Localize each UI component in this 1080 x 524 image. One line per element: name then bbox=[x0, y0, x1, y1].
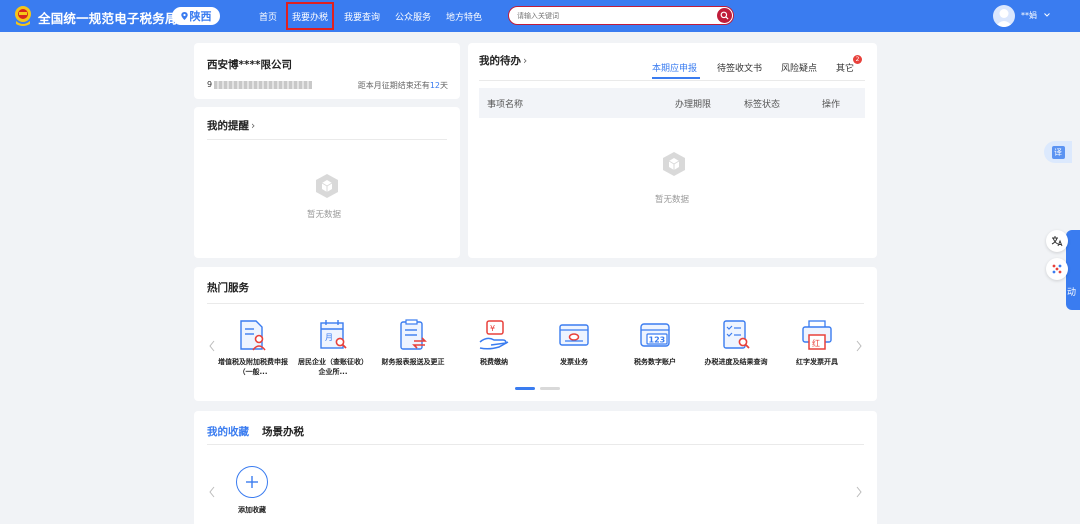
chevron-right-icon[interactable] bbox=[854, 485, 864, 499]
apps-dots-icon bbox=[1052, 264, 1062, 274]
service-label: 居民企业（查账征收）企业所... bbox=[298, 358, 368, 376]
tab-my-favorites[interactable]: 我的收藏 bbox=[207, 424, 249, 439]
column-header: 操作 bbox=[822, 100, 841, 110]
column-header: 事项名称 bbox=[487, 100, 524, 110]
tab-other[interactable]: 其它 bbox=[836, 61, 854, 74]
service-label: 红字发票开具 bbox=[796, 358, 838, 366]
company-name: 西安博****限公司 bbox=[207, 59, 292, 71]
apps-button[interactable] bbox=[1046, 258, 1068, 280]
chevron-right-icon[interactable] bbox=[854, 339, 864, 353]
service-label: 税费缴纳 bbox=[480, 358, 508, 366]
calendar-search-icon: 月 bbox=[320, 320, 347, 349]
side-panel-label: 动 bbox=[1067, 288, 1077, 298]
empty-text: 暂无数据 bbox=[307, 210, 342, 220]
carousel-dot[interactable] bbox=[540, 387, 560, 390]
hot-services-title: 热门服务 bbox=[207, 282, 249, 294]
svg-text:¥: ¥ bbox=[490, 324, 495, 333]
tax-id-prefix: 9 bbox=[207, 80, 213, 89]
region-label: 陕西 bbox=[189, 10, 212, 23]
add-favorite-label: 添加收藏 bbox=[238, 506, 266, 514]
search-button[interactable] bbox=[717, 8, 732, 23]
tab-scenario-tax[interactable]: 场景办税 bbox=[262, 424, 304, 439]
divider bbox=[207, 139, 447, 140]
side-panel-tab[interactable]: 动 bbox=[1066, 230, 1080, 310]
notification-badge: 2 bbox=[853, 55, 862, 64]
service-label: 税务数字账户 bbox=[634, 358, 676, 366]
chevron-down-icon[interactable] bbox=[1043, 11, 1051, 19]
document-person-icon bbox=[240, 320, 266, 351]
carousel-dot-active[interactable] bbox=[515, 387, 535, 390]
favorites-card: 我的收藏 场景办税 bbox=[194, 411, 877, 524]
chevron-right-icon: › bbox=[523, 55, 528, 67]
translate-tab[interactable]: 译 bbox=[1044, 141, 1072, 163]
tab-pending-documents[interactable]: 待签收文书 bbox=[717, 61, 762, 74]
account-123-icon: 123 bbox=[640, 323, 670, 347]
service-label: 办税进度及结果查询 bbox=[704, 358, 768, 366]
nav-query[interactable]: 我要查询 bbox=[344, 10, 380, 23]
chevron-left-icon[interactable] bbox=[207, 339, 217, 353]
user-avatar-icon bbox=[995, 9, 1013, 27]
top-bar: 全国统一规范电子税务局 陕西 首页 我要办税 我要查询 公众服务 地方特色 **… bbox=[0, 0, 1080, 32]
hand-coin-icon: ¥ bbox=[479, 320, 509, 350]
divider bbox=[207, 303, 864, 304]
invoice-icon bbox=[559, 324, 589, 346]
service-label: 增值税及附加税费申报（一般... bbox=[218, 358, 288, 376]
empty-box-icon bbox=[663, 152, 685, 176]
reminders-title[interactable]: 我的提醒 › bbox=[207, 118, 255, 133]
hot-services-card: 热门服务 bbox=[194, 267, 877, 401]
deadline-prefix: 距本月征期结束还有 bbox=[357, 81, 430, 90]
active-tab-indicator bbox=[652, 77, 700, 79]
company-card: 西安博****限公司 9 距本月征期结束还有12天 bbox=[194, 43, 460, 99]
checklist-search-icon bbox=[723, 320, 750, 349]
svg-text:月: 月 bbox=[325, 333, 333, 342]
translate-icon: 译 bbox=[1051, 145, 1065, 159]
avatar[interactable] bbox=[993, 5, 1015, 27]
empty-box-icon bbox=[316, 174, 338, 198]
search-icon bbox=[720, 11, 729, 20]
column-header: 办理期限 bbox=[675, 100, 712, 110]
column-header: 标签状态 bbox=[744, 100, 781, 110]
todo-title[interactable]: 我的待办 › bbox=[479, 53, 527, 68]
nav-do-tax[interactable]: 我要办税 bbox=[286, 2, 335, 30]
svg-text:123: 123 bbox=[649, 336, 666, 345]
language-icon bbox=[1051, 236, 1063, 247]
svg-text:红: 红 bbox=[812, 338, 820, 348]
search-input[interactable] bbox=[517, 9, 707, 22]
tab-risk-points[interactable]: 风险疑点 bbox=[781, 61, 817, 74]
nav-home[interactable]: 首页 bbox=[259, 10, 277, 23]
reminders-card: 我的提醒 › 暂无数据 bbox=[194, 107, 460, 258]
service-label: 发票业务 bbox=[560, 358, 588, 366]
empty-text: 暂无数据 bbox=[655, 195, 690, 205]
tab-current-declare[interactable]: 本期应申报 bbox=[652, 61, 697, 74]
deadline-days: 12 bbox=[429, 81, 440, 90]
region-selector[interactable]: 陕西 bbox=[172, 7, 220, 25]
search-box bbox=[508, 6, 734, 25]
accessibility-button[interactable] bbox=[1046, 230, 1068, 252]
location-pin-icon bbox=[180, 12, 188, 20]
nav-public-service[interactable]: 公众服务 bbox=[395, 10, 431, 23]
tax-emblem-icon bbox=[15, 6, 31, 26]
todo-table-header: 事项名称 办理期限 标签状态 操作 bbox=[479, 88, 865, 118]
deadline-suffix: 天 bbox=[440, 81, 448, 90]
deadline-text: 距本月征期结束还有12天 bbox=[358, 80, 448, 91]
add-favorite-button[interactable] bbox=[236, 466, 268, 498]
plus-icon bbox=[246, 476, 258, 488]
divider bbox=[207, 444, 864, 445]
chevron-right-icon: › bbox=[251, 120, 256, 132]
nav-local-features[interactable]: 地方特色 bbox=[446, 10, 482, 23]
document-exchange-icon bbox=[400, 319, 427, 350]
tax-id: 9 bbox=[207, 80, 313, 89]
divider bbox=[479, 80, 865, 81]
site-title[interactable]: 全国统一规范电子税务局 bbox=[38, 8, 178, 27]
service-label: 财务报表报送及更正 bbox=[381, 358, 445, 366]
tax-id-masked bbox=[214, 80, 313, 89]
red-invoice-printer-icon: 红 bbox=[802, 320, 832, 350]
chevron-left-icon[interactable] bbox=[207, 485, 217, 499]
user-name[interactable]: **娟 bbox=[1021, 10, 1037, 21]
